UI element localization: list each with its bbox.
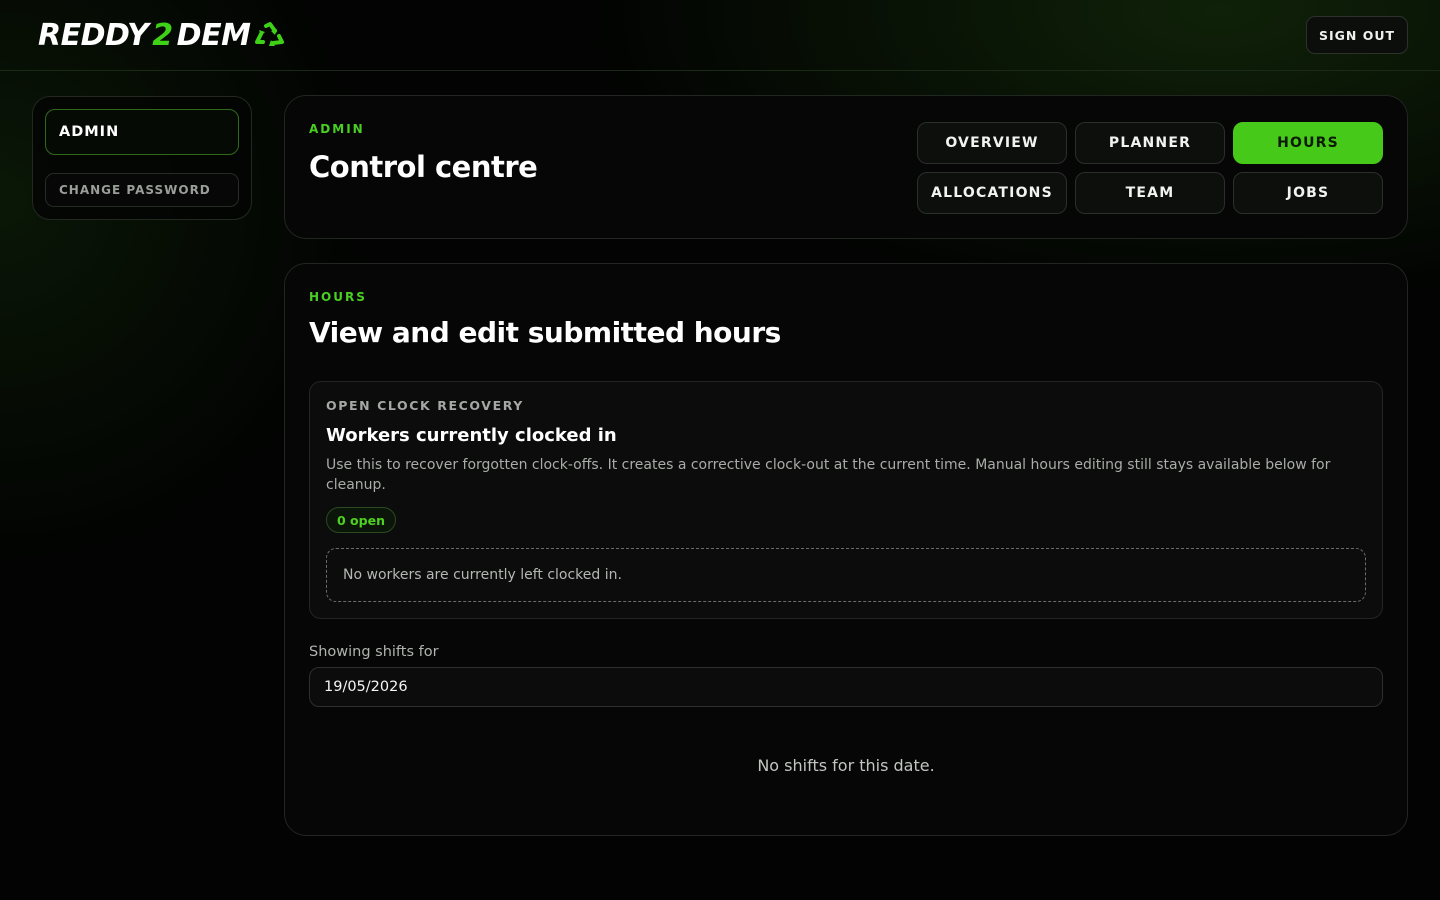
sign-out-button[interactable]: SIGN OUT	[1306, 16, 1408, 54]
logo-text-two: 2	[152, 17, 173, 53]
control-eyebrow: ADMIN	[309, 122, 365, 136]
shift-date-input[interactable]	[309, 667, 1383, 707]
no-shifts-message: No shifts for this date.	[757, 756, 935, 775]
tab-hours[interactable]: HOURS	[1233, 122, 1383, 164]
recovery-title: Workers currently clocked in	[326, 425, 617, 446]
recovery-description: Use this to recover forgotten clock-offs…	[326, 457, 1331, 493]
logo-text-dem: DEM	[176, 17, 251, 53]
tab-allocations[interactable]: ALLOCATIONS	[917, 172, 1067, 214]
page-title: Control centre	[309, 150, 538, 184]
tab-planner[interactable]: PLANNER	[1075, 122, 1225, 164]
recovery-eyebrow: OPEN CLOCK RECOVERY	[326, 398, 524, 413]
sidebar: ADMIN CHANGE PASSWORD	[32, 96, 252, 220]
hours-card: HOURS View and edit submitted hours OPEN…	[284, 263, 1408, 836]
tab-team[interactable]: TEAM	[1075, 172, 1225, 214]
hours-eyebrow: HOURS	[309, 290, 367, 304]
sidebar-item-change-password[interactable]: CHANGE PASSWORD	[45, 173, 239, 207]
tab-overview[interactable]: OVERVIEW	[917, 122, 1067, 164]
recovery-empty-state: No workers are currently left clocked in…	[326, 548, 1366, 602]
sidebar-item-admin[interactable]: ADMIN	[45, 109, 239, 155]
hours-title: View and edit submitted hours	[309, 316, 781, 349]
brand-logo[interactable]: REDDY 2 DEM	[38, 17, 287, 53]
clock-recovery-panel: OPEN CLOCK RECOVERY Workers currently cl…	[309, 381, 1383, 619]
open-count-badge: 0 open	[326, 507, 396, 533]
control-centre-card: ADMIN Control centre OVERVIEW PLANNER HO…	[284, 95, 1408, 239]
date-field-label: Showing shifts for	[309, 644, 439, 660]
tab-jobs[interactable]: JOBS	[1233, 172, 1383, 214]
top-header: REDDY 2 DEM SIGN OUT	[0, 0, 1440, 71]
logo-text-reddy: REDDY	[38, 17, 149, 53]
recycle-icon	[255, 22, 285, 46]
